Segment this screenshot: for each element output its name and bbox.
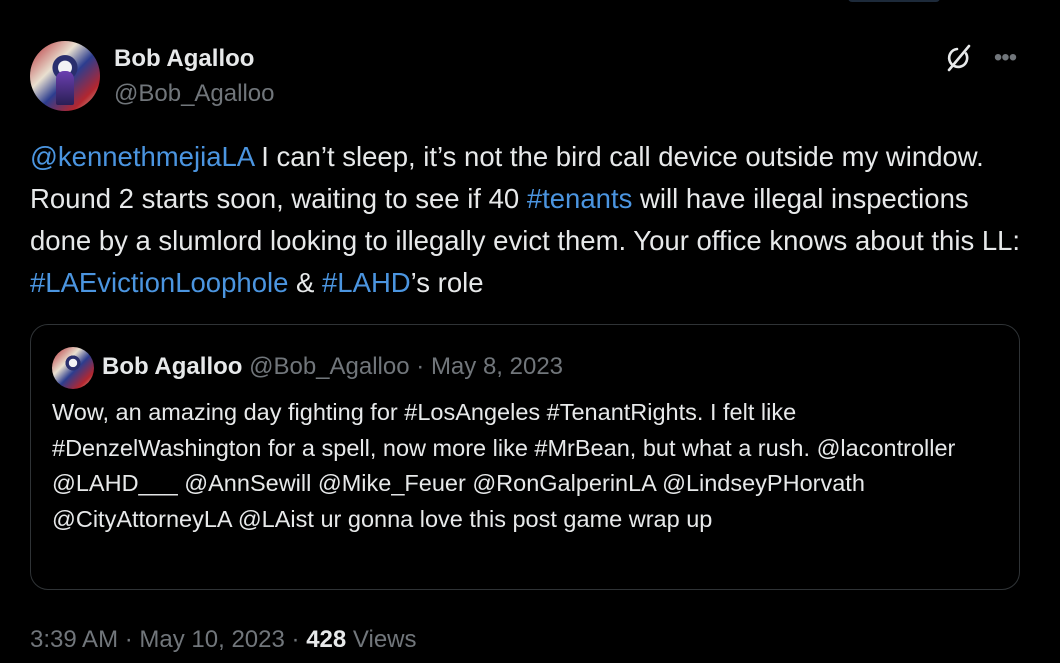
tweet-time[interactable]: 3:39 AM (30, 626, 118, 653)
quoted-tweet[interactable]: Bob Agalloo @Bob_Agalloo · May 8, 2023 W… (30, 324, 1020, 590)
footer-separator: · (291, 626, 300, 653)
quote-avatar[interactable] (52, 347, 94, 389)
more-icon[interactable]: ••• (991, 44, 1019, 72)
views-count: 428 (306, 626, 347, 653)
quote-separator: · (416, 353, 425, 380)
tweet-text-segment: ’s role (410, 267, 484, 298)
grok-icon[interactable] (944, 44, 972, 72)
tweet-link[interactable]: #tenants (527, 183, 633, 214)
quote-header: Bob Agalloo @Bob_Agalloo · May 8, 2023 (102, 353, 563, 381)
tweet-link[interactable]: @kennethmejiaLA (30, 141, 254, 172)
top-scroll-indicator (848, 0, 940, 2)
author-handle[interactable]: @Bob_Agalloo (114, 80, 274, 108)
views-label: Views (352, 626, 417, 653)
quote-text: Wow, an amazing day fighting for #LosAng… (52, 399, 956, 532)
quote-author-name: Bob Agalloo (102, 353, 243, 380)
avatar[interactable] (30, 41, 100, 111)
tweet-link[interactable]: #LAEvictionLoophole (30, 267, 288, 298)
tweet-text-segment: & (288, 267, 323, 298)
footer-separator: · (124, 626, 133, 653)
quote-date[interactable]: May 8, 2023 (431, 353, 563, 380)
tweet-date[interactable]: May 10, 2023 (139, 626, 284, 653)
author-name[interactable]: Bob Agalloo (114, 45, 254, 73)
tweet-footer: 3:39 AM · May 10, 2023 · 428 Views (30, 626, 417, 654)
quote-author-handle: @Bob_Agalloo (249, 353, 410, 380)
tweet-text: @kennethmejiaLA I can’t sleep, it’s not … (30, 136, 1030, 304)
tweet-link[interactable]: #LAHD (322, 267, 411, 298)
